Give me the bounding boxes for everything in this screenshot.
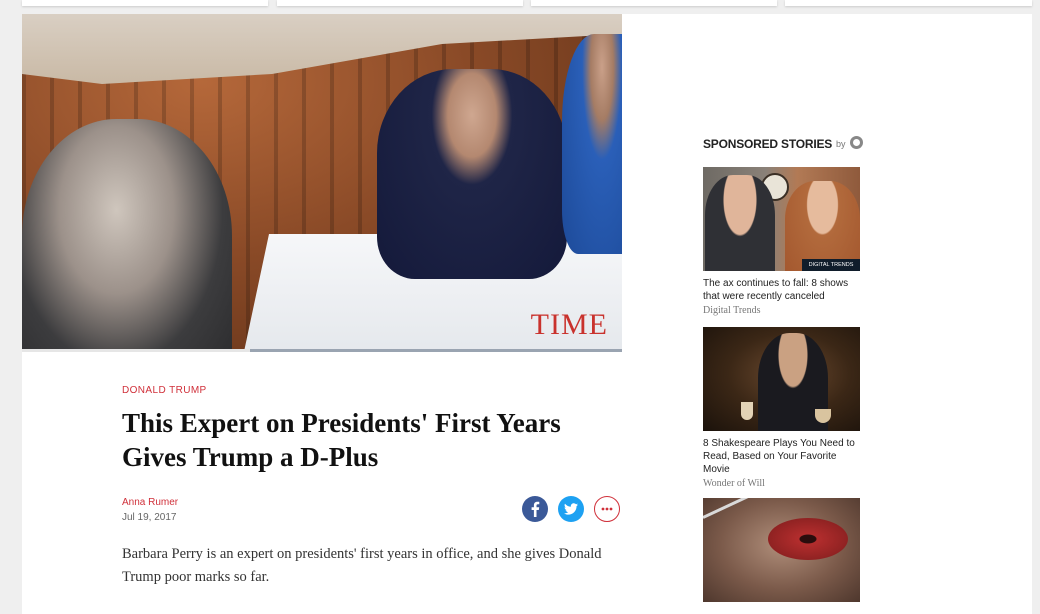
hero-video[interactable]: TIME xyxy=(22,14,622,352)
sponsored-story-headline[interactable]: The ax continues to fall: 8 shows that w… xyxy=(703,277,860,303)
sponsored-story-source: Digital Trends xyxy=(703,305,761,316)
time-watermark: TIME xyxy=(530,308,608,341)
glass-icon xyxy=(815,409,831,423)
sponsored-story-image[interactable]: DIGITAL TRENDS xyxy=(703,167,860,271)
article-date: Jul 19, 2017 xyxy=(122,512,177,523)
sponsored-story[interactable]: DIGITAL TRENDS The ax continues to fall:… xyxy=(703,167,860,316)
sponsored-story-source: Wonder of Will xyxy=(703,478,765,489)
sponsored-story-image[interactable] xyxy=(703,327,860,431)
twitter-icon xyxy=(564,503,578,515)
sponsored-story[interactable] xyxy=(703,498,860,602)
sponsored-story-image[interactable] xyxy=(703,498,860,602)
top-card[interactable] xyxy=(531,0,777,6)
glass-icon xyxy=(741,402,753,420)
sponsored-by-label: by xyxy=(836,139,846,149)
more-share-button[interactable] xyxy=(594,496,620,522)
article-kicker[interactable]: DONALD TRUMP xyxy=(122,385,207,396)
top-card[interactable] xyxy=(277,0,523,6)
hero-person xyxy=(562,34,622,254)
sponsored-stories-title: SPONSORED STORIES xyxy=(703,137,833,151)
hero-person xyxy=(22,119,232,352)
top-card[interactable] xyxy=(785,0,1032,6)
sponsored-story[interactable]: 8 Shakespeare Plays You Need to Read, Ba… xyxy=(703,327,860,489)
sponsored-story-headline[interactable]: 8 Shakespeare Plays You Need to Read, Ba… xyxy=(703,437,860,476)
story-person xyxy=(705,175,775,271)
article-dek: Barbara Perry is an expert on presidents… xyxy=(122,546,602,585)
top-card-strip xyxy=(0,0,1040,6)
hero-person xyxy=(377,69,567,279)
story-spoon xyxy=(703,498,777,519)
video-progress-bar[interactable] xyxy=(22,349,622,352)
story-person xyxy=(785,181,860,271)
more-icon xyxy=(601,507,613,511)
article-headline: This Expert on Presidents' First Years G… xyxy=(122,408,561,472)
facebook-icon xyxy=(531,501,540,517)
facebook-share-button[interactable] xyxy=(522,496,548,522)
twitter-share-button[interactable] xyxy=(558,496,584,522)
outbrain-logo-icon[interactable] xyxy=(850,136,863,149)
video-progress-fill xyxy=(22,349,250,352)
article-author[interactable]: Anna Rumer xyxy=(122,497,178,508)
story-lips xyxy=(768,518,848,560)
image-source-tag: DIGITAL TRENDS xyxy=(802,259,860,271)
top-card[interactable] xyxy=(22,0,268,6)
